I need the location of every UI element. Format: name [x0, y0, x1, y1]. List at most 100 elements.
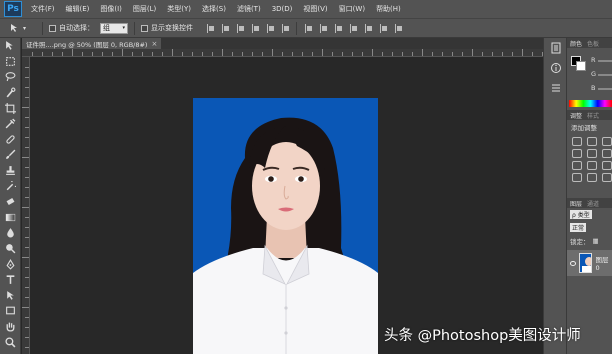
type-tool[interactable] — [0, 272, 21, 288]
id-photo-image[interactable] — [193, 98, 378, 354]
red-slider[interactable] — [598, 60, 612, 62]
black-white-icon[interactable] — [587, 161, 597, 170]
ruler-tick — [25, 227, 29, 228]
threshold-icon[interactable] — [602, 173, 612, 182]
posterize-icon[interactable] — [587, 173, 597, 182]
align-right-icon[interactable] — [282, 23, 290, 33]
menu-help[interactable]: 帮助(H) — [371, 4, 407, 14]
layer-kind-filter[interactable]: ρ 类型 — [570, 210, 592, 219]
curves-icon[interactable] — [602, 137, 612, 146]
green-slider[interactable] — [598, 74, 612, 76]
pen-tool[interactable] — [0, 256, 21, 272]
document-tab[interactable]: 证件照....png @ 50% (图层 0, RGB/8#) × — [22, 38, 162, 49]
eraser-tool[interactable] — [0, 194, 21, 210]
brush-tool[interactable] — [0, 147, 21, 163]
history-brush-tool[interactable] — [0, 178, 21, 194]
ruler-tick — [25, 267, 29, 268]
info-panel-button[interactable] — [544, 58, 568, 78]
ruler-tick — [72, 49, 73, 56]
properties-panel-button[interactable] — [544, 78, 568, 98]
ruler-tick — [25, 67, 29, 68]
align-hcenter-icon[interactable] — [267, 23, 275, 33]
distribute-bottom-icon[interactable] — [335, 23, 343, 33]
align-bottom-icon[interactable] — [237, 23, 245, 33]
tab-swatches[interactable]: 色板 — [587, 39, 599, 48]
photo-filter-icon[interactable] — [602, 161, 612, 170]
tab-color[interactable]: 颜色 — [570, 39, 582, 48]
distribute-left-icon[interactable] — [350, 23, 358, 33]
move-tool[interactable] — [0, 38, 21, 54]
ruler-tick — [472, 49, 473, 56]
ruler-tick — [372, 49, 373, 56]
align-left-icon[interactable] — [252, 23, 260, 33]
canvas-area[interactable] — [31, 58, 543, 354]
hue-saturation-icon[interactable] — [602, 149, 612, 158]
tab-adjustments[interactable]: 调整 — [570, 111, 582, 120]
eyedropper-tool[interactable] — [0, 116, 21, 132]
show-transform-label: 显示变换控件 — [151, 24, 193, 32]
rectangle-tool[interactable] — [0, 303, 21, 319]
tab-layers[interactable]: 图层 — [570, 199, 582, 208]
red-label: R — [591, 56, 596, 64]
levels-icon[interactable] — [587, 137, 597, 146]
auto-select-checkbox[interactable]: 自动选择： — [49, 23, 94, 33]
color-balance-icon[interactable] — [572, 161, 582, 170]
align-top-icon[interactable] — [207, 23, 215, 33]
path-selection-tool[interactable] — [0, 288, 21, 304]
ruler-tick — [142, 52, 143, 56]
auto-align-icon[interactable] — [395, 23, 403, 33]
healing-brush-tool[interactable] — [0, 132, 21, 148]
distribute-top-icon[interactable] — [305, 23, 313, 33]
brightness-icon[interactable] — [572, 137, 582, 146]
quick-selection-tool[interactable] — [0, 85, 21, 101]
zoom-tool[interactable] — [0, 334, 21, 350]
menu-type[interactable]: 类型(Y) — [162, 4, 197, 14]
ruler-tick — [292, 52, 293, 56]
menu-image[interactable]: 图像(I) — [95, 4, 128, 14]
menu-file[interactable]: 文件(F) — [26, 4, 61, 14]
tab-styles[interactable]: 样式 — [587, 111, 599, 120]
layer-thumbnail — [579, 253, 593, 273]
background-color-swatch[interactable] — [576, 61, 586, 71]
blur-tool[interactable] — [0, 225, 21, 241]
color-spectrum-bar[interactable] — [569, 100, 612, 107]
crop-tool[interactable] — [0, 100, 21, 116]
align-vcenter-icon[interactable] — [222, 23, 230, 33]
menu-3d[interactable]: 3D(D) — [267, 5, 299, 13]
menu-view[interactable]: 视图(V) — [298, 4, 333, 14]
menu-edit[interactable]: 编辑(E) — [61, 4, 96, 14]
separator — [42, 21, 43, 35]
brush-icon — [6, 150, 16, 160]
ruler-tick — [22, 307, 29, 308]
close-icon[interactable]: × — [151, 40, 157, 48]
menu-select[interactable]: 选择(S) — [197, 4, 232, 14]
distribute-vcenter-icon[interactable] — [320, 23, 328, 33]
menu-layer[interactable]: 图层(L) — [128, 4, 162, 14]
dodge-tool[interactable] — [0, 241, 21, 257]
vibrance-icon[interactable] — [587, 149, 597, 158]
menu-window[interactable]: 窗口(W) — [334, 4, 371, 14]
blend-mode-select[interactable]: 正常 — [570, 223, 587, 232]
menu-filter[interactable]: 滤镜(T) — [232, 4, 267, 14]
history-panel-button[interactable] — [544, 38, 568, 58]
visibility-eye-icon[interactable] — [570, 260, 577, 266]
exposure-icon[interactable] — [572, 149, 582, 158]
distribute-right-icon[interactable] — [380, 23, 388, 33]
distribute-hcenter-icon[interactable] — [365, 23, 373, 33]
auto-select-dropdown[interactable]: 组 ▾ — [100, 22, 128, 34]
hand-tool[interactable] — [0, 319, 21, 335]
type-icon — [6, 275, 15, 285]
gradient-tool[interactable] — [0, 210, 21, 226]
move-tool-preset-picker[interactable]: ▾ — [10, 21, 36, 35]
invert-icon[interactable] — [572, 173, 582, 182]
auto-select-value: 组 — [103, 24, 110, 32]
marquee-tool[interactable] — [0, 54, 21, 70]
blue-slider[interactable] — [598, 88, 612, 90]
lasso-tool[interactable] — [0, 69, 21, 85]
checkbox-icon — [141, 24, 148, 32]
layer-row[interactable]: 图层 0 — [567, 250, 612, 276]
clone-stamp-tool[interactable] — [0, 163, 21, 179]
show-transform-checkbox[interactable]: 显示变换控件 — [141, 23, 193, 33]
lock-icon[interactable]: ▦ — [593, 237, 599, 245]
tab-channels[interactable]: 通道 — [587, 199, 599, 208]
